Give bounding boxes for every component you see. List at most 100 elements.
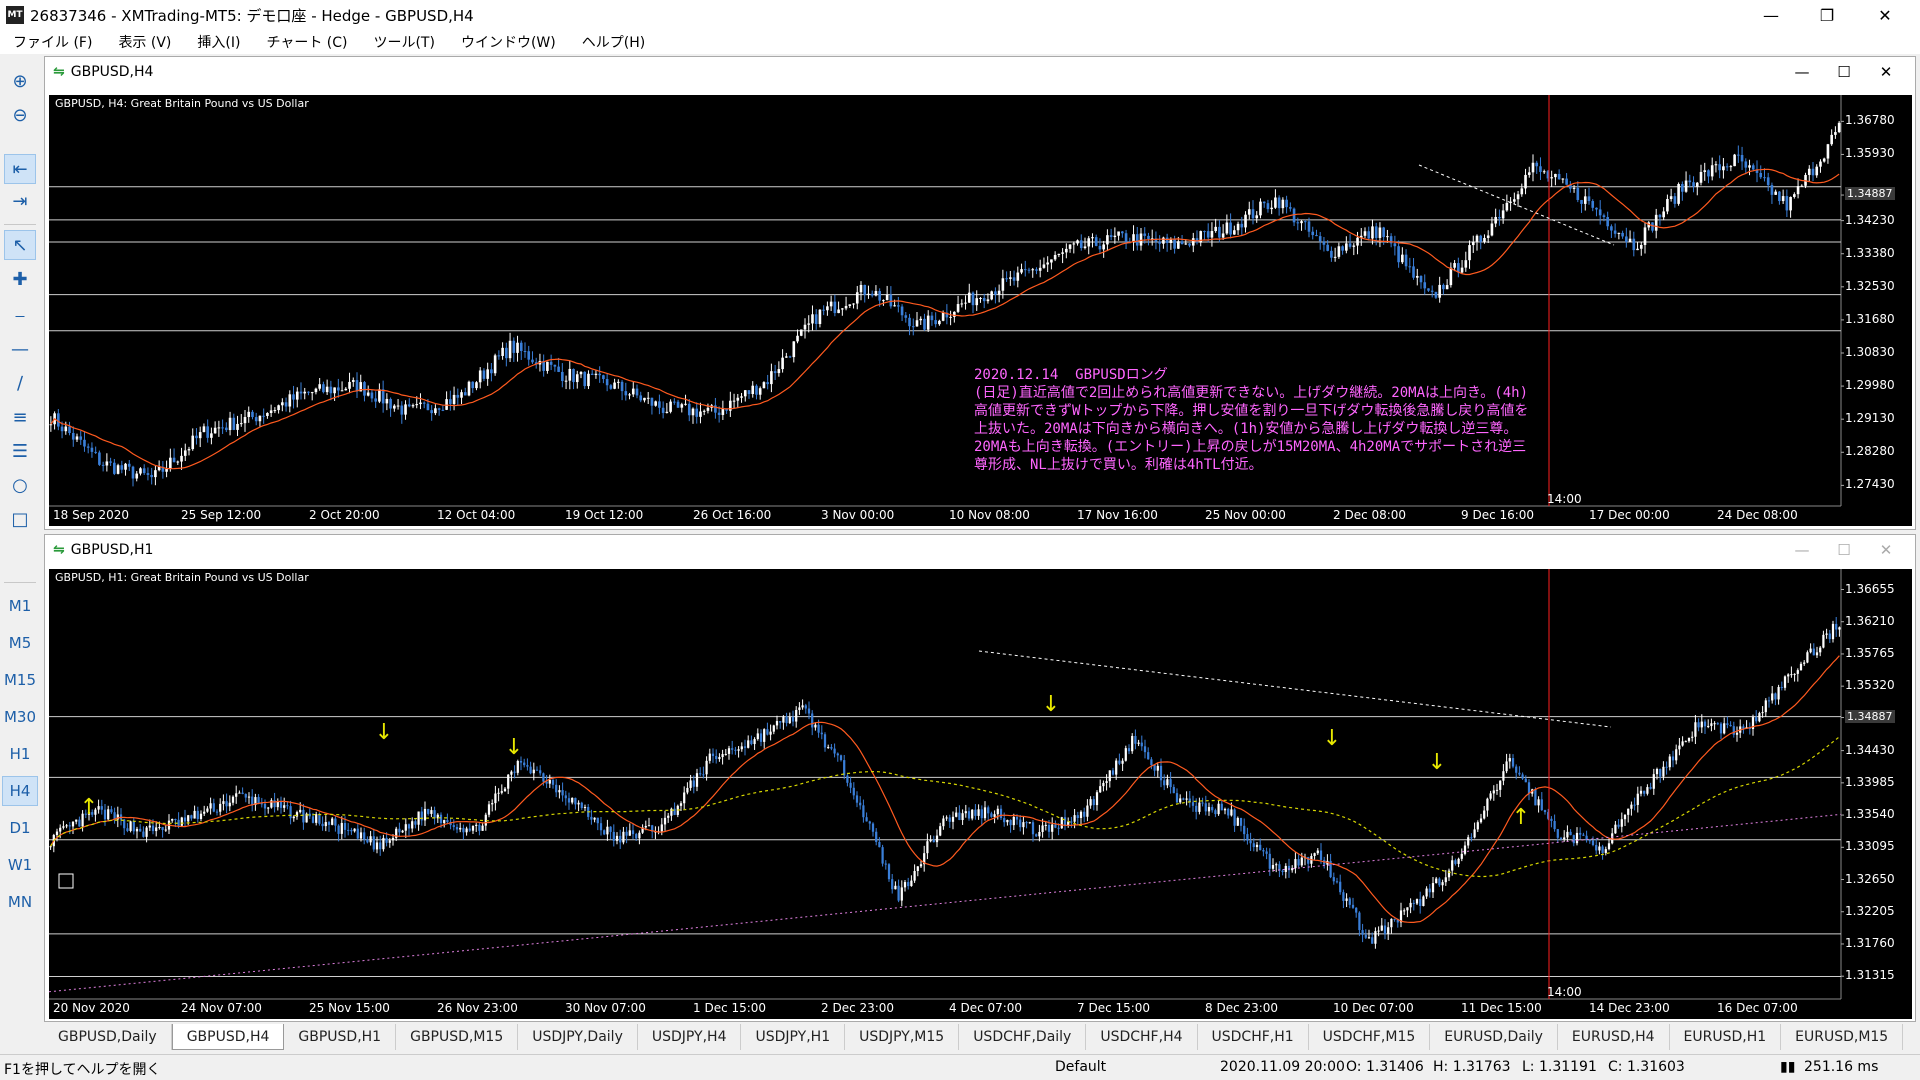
chart-maximize-button[interactable]: ☐ xyxy=(1823,57,1865,87)
candle-body xyxy=(75,436,79,440)
candle-body xyxy=(232,417,236,430)
candle-body xyxy=(598,373,601,376)
menu-help[interactable]: ヘルプ(H) xyxy=(569,32,658,52)
timeframe-m15[interactable]: M15 xyxy=(2,665,38,695)
candle-body xyxy=(165,468,168,472)
tab-usdjpy-daily[interactable]: USDJPY,Daily xyxy=(518,1024,638,1050)
horizontal-line-icon[interactable]: — xyxy=(4,334,36,364)
tab-usdjpy-h1[interactable]: USDJPY,H1 xyxy=(741,1024,846,1050)
candle-body xyxy=(1830,134,1833,145)
fibonacci-icon[interactable]: ☰ xyxy=(4,436,36,466)
candle-body xyxy=(295,391,299,400)
candle-body xyxy=(1057,253,1061,255)
candle-body xyxy=(997,290,1001,295)
candle-body xyxy=(897,885,900,901)
close-button[interactable]: ✕ xyxy=(1862,0,1908,30)
menu-file[interactable]: ファイル (F) xyxy=(0,32,105,52)
candle-body xyxy=(284,402,288,407)
candle-body xyxy=(1809,648,1812,653)
timeframe-d1[interactable]: D1 xyxy=(2,813,38,843)
candle-body xyxy=(1035,269,1038,271)
candle-body xyxy=(337,825,340,834)
candle-body xyxy=(1023,269,1027,271)
chart-shift-icon[interactable]: ⇤ xyxy=(4,154,36,184)
chart-maximize-button[interactable]: ☐ xyxy=(1823,535,1865,565)
candle-body xyxy=(1691,736,1694,738)
timeframe-h4[interactable]: H4 xyxy=(2,776,38,806)
candle-body xyxy=(1719,723,1723,734)
candle-body xyxy=(1572,835,1575,844)
candle-body xyxy=(145,827,148,837)
zoom-in-icon[interactable]: ⊕ xyxy=(4,66,36,96)
chart-close-button[interactable]: ✕ xyxy=(1865,535,1907,565)
candle-body xyxy=(404,824,407,831)
candle-body xyxy=(363,832,366,840)
tab-gbpusd-daily[interactable]: GBPUSD,Daily xyxy=(44,1024,172,1050)
candle-body xyxy=(1423,282,1427,289)
candle-body xyxy=(1300,221,1303,224)
tab-gbpusd-h1[interactable]: GBPUSD,H1 xyxy=(284,1024,397,1050)
candle-body xyxy=(340,390,344,392)
tab-usdjpy-m15[interactable]: USDJPY,M15 xyxy=(845,1024,960,1050)
vertical-line-icon[interactable]: ⎯ xyxy=(4,300,36,330)
tab-eurusd-m15[interactable]: EURUSD,M15 xyxy=(1781,1024,1904,1050)
menu-tools[interactable]: ツール(T) xyxy=(360,32,447,52)
chart-close-button[interactable]: ✕ xyxy=(1865,57,1907,87)
menu-bar: ファイル (F) 表示 (V) 挿入(I) チャート (C) ツール(T) ウイ… xyxy=(0,30,1920,54)
price-tick-label: 1.32205 xyxy=(1845,903,1895,918)
tab-usdchf-daily[interactable]: USDCHF,Daily xyxy=(959,1024,1087,1050)
candle-body xyxy=(75,819,78,822)
price-chart-h1[interactable]: ↑ ↓ ↓ ↓ ↓ ↓ ↑ GBPUSD, H1: Great Britain Pound … xyxy=(49,569,1912,1019)
candle-body xyxy=(239,423,243,425)
menu-view[interactable]: 表示 (V) xyxy=(105,32,184,52)
status-high: H: 1.31763 xyxy=(1433,1059,1511,1075)
candle-body xyxy=(1337,246,1341,257)
candle-body xyxy=(468,828,471,831)
chart-window-h1[interactable]: ⇋ GBPUSD,H1 — ☐ ✕ ↑ ↓ ↓ ↓ ↓ ↓ ↑ GBPUSD, H1: Gr… xyxy=(44,534,1916,1022)
timeframe-w1[interactable]: W1 xyxy=(2,850,38,880)
candle-body xyxy=(1139,233,1143,246)
price-chart-h4[interactable]: GBPUSD, H4: Great Britain Pound vs US Do… xyxy=(49,95,1912,526)
candle-body xyxy=(1333,256,1337,258)
timeframe-h1[interactable]: H1 xyxy=(2,739,38,769)
tab-usdchf-h4[interactable]: USDCHF,H4 xyxy=(1086,1024,1198,1050)
minimize-button[interactable]: — xyxy=(1748,0,1794,30)
tab-eurusd-h1[interactable]: EURUSD,H1 xyxy=(1670,1024,1782,1050)
annotation-line: 上抜いた。20MAは下向きから横向きへ。(1h)安値から急騰し上げダウ転換し逆三… xyxy=(974,421,1518,437)
tab-usdchf-h1[interactable]: USDCHF,H1 xyxy=(1198,1024,1309,1050)
timeframe-m30[interactable]: M30 xyxy=(2,702,38,732)
menu-window[interactable]: ウインドウ(W) xyxy=(448,32,569,52)
tab-eurusd-daily[interactable]: EURUSD,Daily xyxy=(1430,1024,1558,1050)
chart-minimize-button[interactable]: — xyxy=(1781,57,1823,87)
tab-usdchf-m15[interactable]: USDCHF,M15 xyxy=(1309,1024,1431,1050)
candle-body xyxy=(1281,870,1284,872)
down-arrow-marker: ↓ xyxy=(505,735,523,760)
restore-button[interactable]: ❐ xyxy=(1804,0,1850,30)
objects-icon[interactable]: □ xyxy=(4,504,36,534)
timeframe-mn[interactable]: MN xyxy=(2,887,38,917)
autoscroll-icon[interactable]: ⇥ xyxy=(4,186,36,216)
tab-eurusd-h4[interactable]: EURUSD,H4 xyxy=(1558,1024,1670,1050)
timeframe-m1[interactable]: M1 xyxy=(2,591,38,621)
candle-body xyxy=(945,817,948,819)
price-tick-label: 1.27430 xyxy=(1845,477,1895,492)
zoom-out-icon[interactable]: ⊖ xyxy=(4,100,36,130)
trendline-icon[interactable]: ∕ xyxy=(4,368,36,398)
menu-chart[interactable]: チャート (C) xyxy=(253,32,360,52)
cursor-icon[interactable]: ↖ xyxy=(4,230,36,260)
candle-body xyxy=(1166,779,1169,786)
candle-body xyxy=(49,846,52,848)
chart-minimize-button[interactable]: — xyxy=(1781,535,1823,565)
ma20-line xyxy=(50,168,1840,470)
timeframe-m5[interactable]: M5 xyxy=(2,628,38,658)
tab-usdjpy-h4[interactable]: USDJPY,H4 xyxy=(638,1024,742,1050)
shapes-icon[interactable]: ○ xyxy=(4,470,36,500)
candle-body xyxy=(705,760,708,775)
tab-gbpusd-m15[interactable]: GBPUSD,M15 xyxy=(396,1024,519,1050)
channel-icon[interactable]: ≡ xyxy=(4,402,36,432)
tab-gbpusd-h4[interactable]: GBPUSD,H4 xyxy=(171,1024,285,1050)
menu-insert[interactable]: 挿入(I) xyxy=(184,32,253,52)
chart-window-h4[interactable]: ⇋ GBPUSD,H4 — ☐ ✕ GBPUSD, H4: Great Brit… xyxy=(44,56,1916,530)
candle-body xyxy=(1561,178,1565,180)
crosshair-icon[interactable]: ✚ xyxy=(4,264,36,294)
